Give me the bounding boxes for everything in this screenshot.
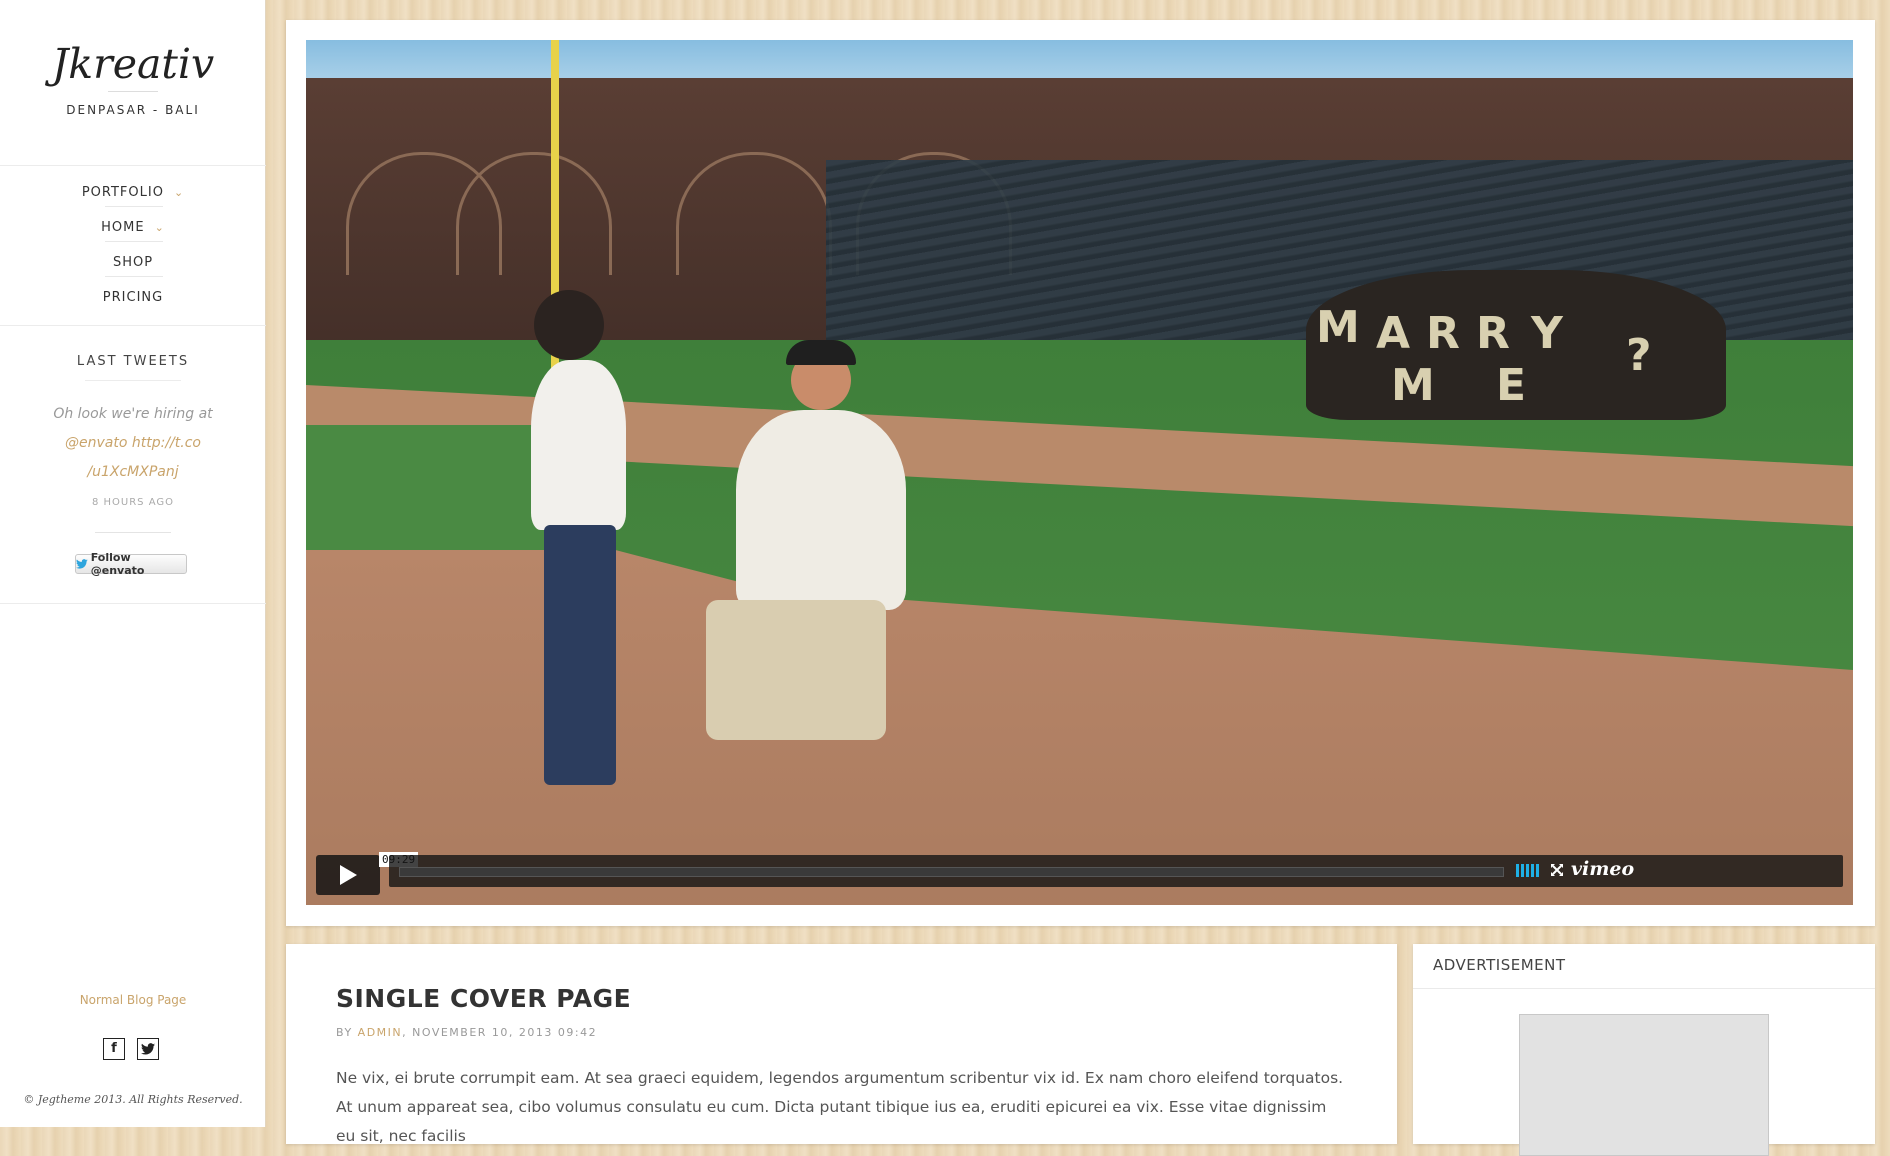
sign-letter: E (1496, 360, 1527, 411)
copyright-text: © Jegtheme 2013. All Rights Reserved. (23, 1093, 243, 1106)
widget-divider (85, 380, 181, 381)
sign-letter: R (1476, 308, 1510, 359)
video-player[interactable]: M A R R Y M E ? 09:29 (306, 40, 1853, 905)
facebook-icon[interactable]: f (103, 1038, 125, 1060)
nav-item-label: SHOP (112, 255, 154, 270)
twitter-bird-glyph (141, 1043, 155, 1055)
nav-item-label: HOME (101, 220, 145, 235)
site-tagline: DENPASAR - BALI (66, 103, 200, 117)
post-meta-by: BY (336, 1026, 353, 1039)
chevron-down-icon[interactable]: ⌄ (155, 221, 165, 234)
chevron-down-icon[interactable]: ⌄ (174, 186, 184, 199)
tweet-mention-link[interactable]: @envato (65, 435, 127, 451)
nav-item-portfolio[interactable]: PORTFOLIO ⌄ (0, 185, 266, 200)
nav-item-label: PORTFOLIO (81, 185, 164, 200)
twitter-bird-icon (76, 559, 88, 569)
advertisement-title: ADVERTISEMENT (1433, 956, 1566, 974)
divider (0, 603, 266, 604)
post-date: , NOVEMBER 10, 2013 09:42 (402, 1026, 598, 1039)
twitter-icon[interactable] (137, 1038, 159, 1060)
fullscreen-icon[interactable] (1550, 863, 1564, 877)
sign-letter: R (1426, 308, 1460, 359)
video-control-bar: vimeo (389, 855, 1843, 887)
play-icon (340, 865, 357, 885)
video-scene-person-jeans (544, 525, 616, 785)
logo-divider (108, 91, 158, 92)
vimeo-logo[interactable]: vimeo (1571, 858, 1634, 880)
post-card: SINGLE COVER PAGE BY ADMIN, NOVEMBER 10,… (286, 944, 1397, 1145)
twitter-follow-button[interactable]: Follow @envato (75, 551, 187, 577)
video-controls: 09:29 vimeo (316, 852, 1843, 895)
tweet-text: Oh look we're hiring at @envato http://t… (50, 400, 216, 487)
divider (0, 325, 266, 326)
advertisement-widget: ADVERTISEMENT (1413, 944, 1875, 1156)
tweet-divider (95, 532, 171, 533)
sign-letter: Y (1531, 308, 1563, 359)
tweet-url-link-cont[interactable]: /u1XcMXPanj (87, 464, 178, 480)
nav-item-pricing[interactable]: PRICING (0, 290, 266, 305)
video-scene-sky (306, 40, 1853, 80)
post-meta: BY ADMIN, NOVEMBER 10, 2013 09:42 (336, 1026, 597, 1039)
video-scene-person-jersey (736, 410, 906, 610)
nav-item-label: PRICING (102, 290, 164, 305)
site-logo[interactable]: Jkreativ (0, 40, 266, 88)
tweet-url-link[interactable]: http://t.co (132, 435, 201, 451)
tweet-timestamp[interactable]: 8 HOURS AGO (0, 497, 266, 508)
nav-item-home[interactable]: HOME ⌄ (0, 220, 266, 235)
nav-item-shop[interactable]: SHOP (0, 255, 266, 270)
play-button[interactable] (316, 855, 380, 895)
post-author-link[interactable]: ADMIN (358, 1026, 402, 1039)
widget-divider (1413, 988, 1875, 989)
divider (0, 165, 266, 166)
video-progress-bar[interactable] (399, 867, 1504, 877)
volume-icon[interactable] (1516, 864, 1539, 877)
video-card: M A R R Y M E ? 09:29 (286, 20, 1875, 926)
normal-blog-link[interactable]: Normal Blog Page (0, 993, 266, 1007)
sidebar: Jkreativ DENPASAR - BALI PORTFOLIO ⌄ HOME… (0, 0, 266, 1127)
sign-letter: M (1316, 302, 1360, 353)
video-scene-person-pants (706, 600, 886, 740)
nav-divider (105, 206, 163, 207)
post-body: Ne vix, ei brute corrumpit eam. At sea g… (336, 1069, 1344, 1145)
sign-letter: A (1376, 308, 1411, 359)
follow-label: Follow @envato (90, 551, 145, 577)
video-scene-person-shirt (531, 360, 626, 530)
sign-letter: ? (1626, 330, 1652, 381)
video-scene-person-cap (786, 340, 856, 365)
video-scene-person-hair (534, 290, 604, 360)
widget-title-tweets: LAST TWEETS (76, 354, 190, 369)
sign-letter: M (1391, 360, 1435, 411)
nav-divider (105, 241, 163, 242)
post-title: SINGLE COVER PAGE (336, 984, 632, 1013)
tweet-plain-text: Oh look we're hiring at (53, 406, 213, 422)
advertisement-placeholder[interactable] (1519, 1014, 1769, 1156)
nav-divider (105, 276, 163, 277)
